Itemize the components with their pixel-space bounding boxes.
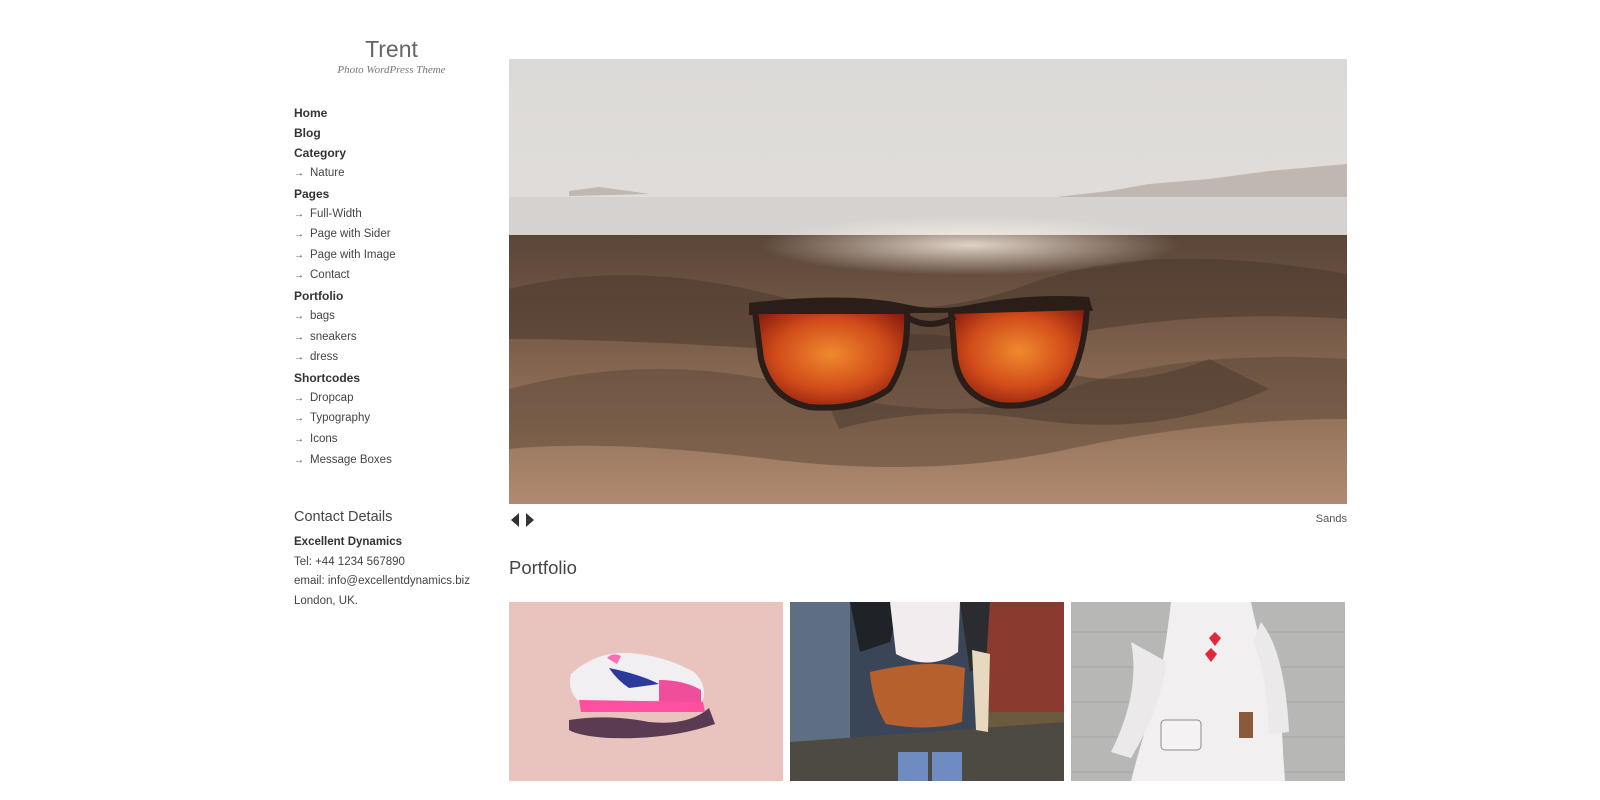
portfolio-heading: Portfolio <box>509 557 577 578</box>
nav-sub-item-contact[interactable]: → Contact <box>294 265 489 286</box>
nav-sub-label: Typography <box>310 412 371 425</box>
nav-item-category[interactable]: Category <box>294 143 489 163</box>
contact-tel: Tel: +44 1234 567890 <box>294 555 405 568</box>
nav-sub-label: Full-Width <box>310 207 362 220</box>
portfolio-item-bags[interactable] <box>790 602 1064 781</box>
arrow-right-icon: → <box>294 331 304 343</box>
slide-caption: Sands <box>1315 513 1347 525</box>
nav-sub-label: bags <box>310 309 335 322</box>
arrow-right-icon: → <box>294 208 304 220</box>
contact-details: Contact Details Excellent Dynamics Tel: … <box>294 509 494 612</box>
site-title[interactable]: Trent <box>294 36 489 62</box>
arrow-right-icon: → <box>294 392 304 404</box>
nav-sub-label: dress <box>310 351 339 364</box>
main-nav: Home Blog Category → Nature Pages → Full-W… <box>294 103 489 470</box>
nav-sub-item-dropcap[interactable]: → Dropcap <box>294 388 489 409</box>
nav-sub-item-typography[interactable]: → Typography <box>294 408 489 429</box>
nav-item-pages[interactable]: Pages <box>294 184 489 204</box>
nav-item-home[interactable]: Home <box>294 103 489 123</box>
dress-image <box>1071 602 1345 781</box>
sneaker-image <box>509 602 783 781</box>
nav-sub-label: sneakers <box>310 330 357 343</box>
arrow-right-icon: → <box>294 270 304 282</box>
nav-sub-label: Icons <box>310 432 338 445</box>
contact-location: London, UK. <box>294 595 358 608</box>
nav-sub-label: Nature <box>310 167 345 179</box>
arrow-right-icon: → <box>294 433 304 445</box>
nav-sub-item-sneakers[interactable]: → sneakers <box>294 327 489 348</box>
hero-slider[interactable] <box>509 59 1347 504</box>
site-tagline: Photo WordPress Theme <box>337 64 446 76</box>
arrow-right-icon: → <box>294 310 304 322</box>
nav-sub-label: Contact <box>310 269 350 282</box>
site-logo[interactable]: Trent Photo WordPress Theme <box>294 36 489 76</box>
nav-item-blog[interactable]: Blog <box>294 123 489 143</box>
contact-heading: Contact Details <box>294 509 393 525</box>
nav-sub-item-icons[interactable]: → Icons <box>294 429 489 450</box>
nav-item-shortcodes[interactable]: Shortcodes <box>294 368 489 388</box>
nav-sub-label: Page with Sider <box>310 228 391 241</box>
nav-sub-item-dress[interactable]: → dress <box>294 347 489 368</box>
nav-sub-item-page-with-image[interactable]: → Page with Image <box>294 245 489 266</box>
slider-controls: Sands <box>509 512 1347 528</box>
arrow-right-icon: → <box>294 413 304 425</box>
triangle-right-icon[interactable] <box>524 512 536 528</box>
nav-sub-label: Dropcap <box>310 391 354 404</box>
contact-company: Excellent Dynamics <box>294 536 403 548</box>
arrow-right-icon: → <box>294 454 304 466</box>
arrow-right-icon: → <box>294 352 304 364</box>
nav-sub-item-page-with-sider[interactable]: → Page with Sider <box>294 224 489 245</box>
portfolio-item-dress[interactable] <box>1071 602 1345 781</box>
bag-image <box>790 602 1064 781</box>
arrow-right-icon: → <box>294 168 304 179</box>
slide-image-sunglasses-on-sand <box>509 59 1347 504</box>
arrow-right-icon: → <box>294 229 304 241</box>
nav-sub-label: Message Boxes <box>310 453 392 466</box>
nav-item-portfolio[interactable]: Portfolio <box>294 286 489 306</box>
contact-email[interactable]: email: info@excellentdynamics.biz <box>294 572 494 592</box>
nav-sub-item-nature[interactable]: → Nature <box>294 163 489 184</box>
nav-sub-item-full-width[interactable]: → Full-Width <box>294 204 489 225</box>
arrow-right-icon: → <box>294 249 304 261</box>
nav-sub-label: Page with Image <box>310 248 396 261</box>
nav-sub-item-bags[interactable]: → bags <box>294 306 489 327</box>
triangle-left-icon[interactable] <box>509 512 521 528</box>
portfolio-item-sneakers[interactable] <box>509 602 783 781</box>
nav-sub-item-message-boxes[interactable]: → Message Boxes <box>294 450 489 471</box>
